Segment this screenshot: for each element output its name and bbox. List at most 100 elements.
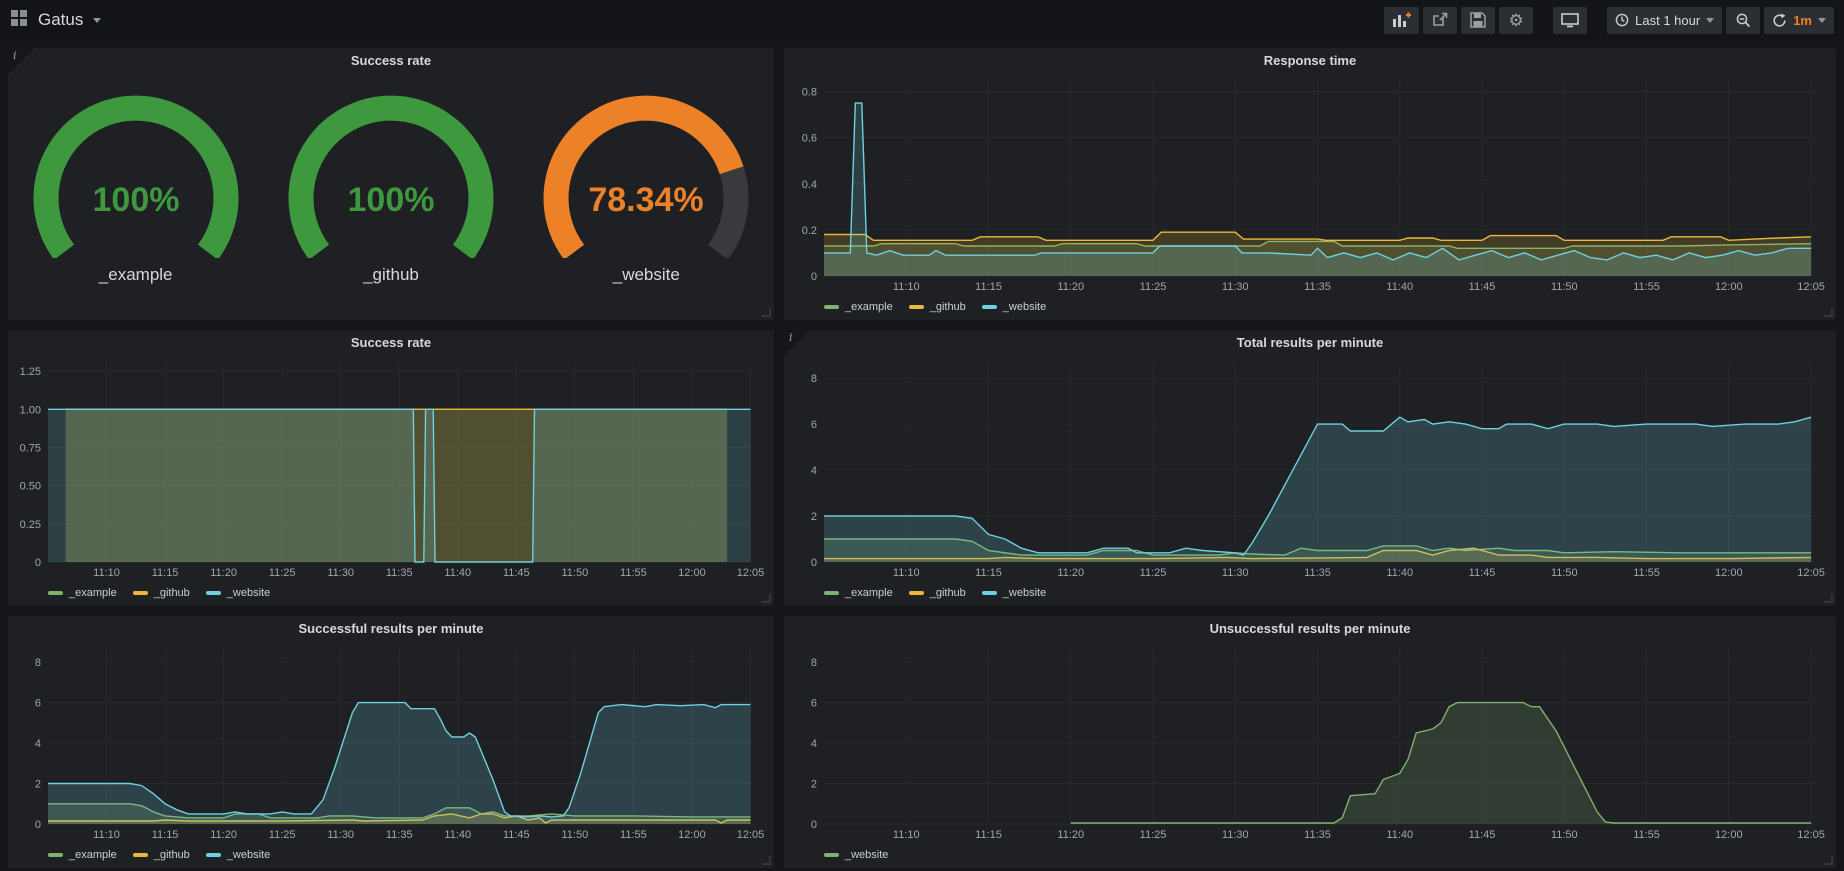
legend-series-color <box>48 853 63 857</box>
chart-canvas[interactable]: 11:1011:1511:2011:2511:3011:3511:4011:45… <box>788 74 1832 294</box>
panel-total-results: i Total results per minute 11:1011:1511:… <box>784 330 1836 606</box>
svg-text:1.25: 1.25 <box>20 366 41 378</box>
svg-text:11:10: 11:10 <box>93 567 120 579</box>
panel-title[interactable]: Successful results per minute <box>8 616 774 642</box>
svg-text:11:20: 11:20 <box>210 567 237 579</box>
zoom-out-icon <box>1736 13 1751 28</box>
svg-text:11:15: 11:15 <box>152 567 179 579</box>
panel-resize-handle[interactable] <box>762 594 771 603</box>
svg-text:11:25: 11:25 <box>269 829 296 841</box>
svg-text:2: 2 <box>35 779 41 791</box>
time-range-button[interactable]: Last 1 hour <box>1607 7 1722 34</box>
refresh-button[interactable]: 1m <box>1764 7 1834 34</box>
panel-resize-handle[interactable] <box>762 308 771 317</box>
svg-text:11:45: 11:45 <box>503 829 530 841</box>
legend: _example _github _website <box>824 584 1046 602</box>
series-area-_website <box>48 703 751 824</box>
svg-text:11:15: 11:15 <box>975 829 1002 841</box>
legend-series-label: _website <box>845 849 888 861</box>
chevron-down-icon[interactable] <box>93 18 101 23</box>
legend-item[interactable]: _example <box>824 301 893 313</box>
legend: _example _github _website <box>824 298 1046 316</box>
gauge-value: 100% <box>348 181 435 219</box>
gauge-value: 100% <box>92 181 179 219</box>
svg-text:12:00: 12:00 <box>678 829 706 841</box>
legend-item[interactable]: _github <box>133 849 190 861</box>
svg-text:8: 8 <box>811 373 817 385</box>
chart-body[interactable]: 11:1011:1511:2011:2511:3011:3511:4011:45… <box>12 356 770 580</box>
svg-text:0.25: 0.25 <box>20 519 41 531</box>
panel-info-corner[interactable]: i <box>8 48 34 74</box>
svg-text:11:10: 11:10 <box>93 829 120 841</box>
svg-text:0: 0 <box>35 557 41 569</box>
legend-series-label: _example <box>845 301 893 313</box>
dashboard-grid-icon[interactable] <box>10 9 28 32</box>
chart-canvas[interactable]: 11:1011:1511:2011:2511:3011:3511:4011:45… <box>788 356 1832 580</box>
series-area-_website <box>1071 703 1811 824</box>
legend-item[interactable]: _website <box>982 587 1046 599</box>
svg-text:0: 0 <box>35 819 41 831</box>
settings-button[interactable]: ⚙ <box>1499 7 1533 34</box>
chart-canvas[interactable]: 11:1011:1511:2011:2511:3011:3511:4011:45… <box>12 356 770 580</box>
panel-title[interactable]: Success rate <box>8 48 774 74</box>
chart-canvas[interactable]: 11:1011:1511:2011:2511:3011:3511:4011:45… <box>12 642 770 842</box>
legend-series-color <box>982 591 997 595</box>
legend-series-label: _website <box>227 849 270 861</box>
panel-title[interactable]: Response time <box>784 48 1836 74</box>
navbar: Gatus <box>0 0 1844 40</box>
legend-item[interactable]: _github <box>133 587 190 599</box>
legend-series-label: _example <box>69 849 117 861</box>
gauge: 100%_github <box>266 82 516 285</box>
svg-text:11:40: 11:40 <box>444 567 471 579</box>
chevron-down-icon <box>1818 18 1826 23</box>
gauge: 78.34%_website <box>521 82 771 285</box>
chart-body[interactable]: 11:1011:1511:2011:2511:3011:3511:4011:45… <box>12 642 770 842</box>
legend-item[interactable]: _github <box>909 587 966 599</box>
svg-text:11:35: 11:35 <box>386 829 413 841</box>
legend-item[interactable]: _github <box>909 301 966 313</box>
legend-item[interactable]: _example <box>48 849 117 861</box>
svg-text:12:05: 12:05 <box>1797 281 1825 293</box>
svg-text:11:50: 11:50 <box>1551 567 1578 579</box>
legend-series-label: _example <box>69 587 117 599</box>
legend-item[interactable]: _website <box>206 587 270 599</box>
add-panel-button[interactable] <box>1384 7 1419 34</box>
share-button[interactable] <box>1423 7 1457 34</box>
panel-resize-handle[interactable] <box>1824 308 1833 317</box>
svg-text:11:45: 11:45 <box>1469 281 1496 293</box>
svg-text:6: 6 <box>35 698 41 710</box>
panel-title[interactable]: Total results per minute <box>784 330 1836 356</box>
svg-text:0.2: 0.2 <box>802 225 817 237</box>
panel-resize-handle[interactable] <box>762 856 771 865</box>
legend-item[interactable]: _website <box>982 301 1046 313</box>
zoom-out-button[interactable] <box>1726 7 1760 34</box>
svg-text:11:40: 11:40 <box>1386 281 1413 293</box>
legend-series-color <box>206 591 221 595</box>
chart-body[interactable]: 11:1011:1511:2011:2511:3011:3511:4011:45… <box>788 74 1832 294</box>
chart-canvas[interactable]: 11:1011:1511:2011:2511:3011:3511:4011:45… <box>788 642 1832 842</box>
svg-text:11:20: 11:20 <box>1057 281 1084 293</box>
svg-text:2: 2 <box>811 779 817 791</box>
chart-body[interactable]: 11:1011:1511:2011:2511:3011:3511:4011:45… <box>788 642 1832 842</box>
svg-text:12:05: 12:05 <box>737 829 765 841</box>
panel-title[interactable]: Success rate <box>8 330 774 356</box>
svg-text:11:55: 11:55 <box>620 829 647 841</box>
legend-item[interactable]: _website <box>824 849 888 861</box>
svg-text:11:15: 11:15 <box>975 567 1002 579</box>
legend-item[interactable]: _example <box>48 587 117 599</box>
panel-info-corner[interactable]: i <box>784 330 810 356</box>
save-button[interactable] <box>1461 7 1495 34</box>
panel-success-rate-gauges: i Success rate 100%_example100%_github78… <box>8 48 774 320</box>
legend-series-color <box>824 305 839 309</box>
panel-resize-handle[interactable] <box>1824 594 1833 603</box>
panel-title[interactable]: Unsuccessful results per minute <box>784 616 1836 642</box>
legend-item[interactable]: _example <box>824 587 893 599</box>
legend-series-color <box>48 591 63 595</box>
legend-item[interactable]: _website <box>206 849 270 861</box>
cycle-view-button[interactable] <box>1553 7 1587 34</box>
panel-resize-handle[interactable] <box>1824 856 1833 865</box>
dashboard-title[interactable]: Gatus <box>38 10 83 30</box>
svg-text:11:10: 11:10 <box>893 281 920 293</box>
legend-series-label: _github <box>930 587 966 599</box>
chart-body[interactable]: 11:1011:1511:2011:2511:3011:3511:4011:45… <box>788 356 1832 580</box>
